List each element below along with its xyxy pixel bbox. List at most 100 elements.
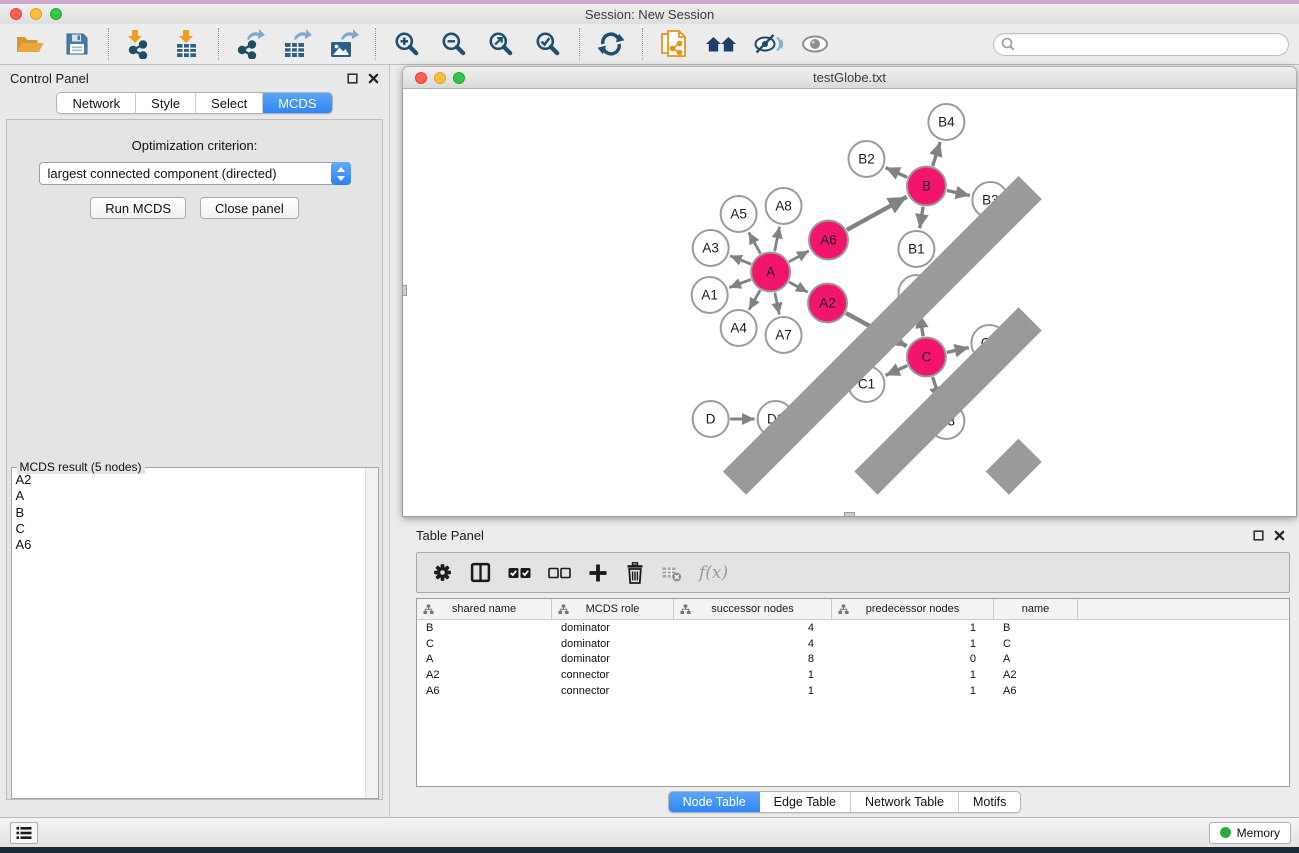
cell[interactable]: 1 — [832, 622, 994, 634]
zoom-out-icon[interactable] — [438, 28, 470, 60]
cell[interactable]: 1 — [674, 669, 832, 681]
network-zoom-button[interactable] — [453, 72, 465, 84]
new-network-from-selection-icon[interactable] — [658, 28, 690, 60]
hide-selected-icon[interactable] — [752, 28, 784, 60]
resize-grip[interactable] — [403, 89, 1296, 516]
save-session-icon[interactable] — [61, 28, 93, 60]
cell[interactable]: C — [417, 638, 552, 650]
float-panel-icon[interactable] — [347, 73, 358, 84]
zoom-fit-icon[interactable] — [485, 28, 517, 60]
delete-column-icon[interactable] — [625, 562, 645, 584]
cell[interactable]: A — [417, 653, 552, 665]
tab-network[interactable]: Network — [57, 93, 136, 113]
cell[interactable]: A6 — [417, 685, 552, 697]
import-network-icon[interactable] — [124, 28, 156, 60]
optimization-criterion-select[interactable]: largest connected component (directed) — [39, 162, 351, 185]
function-builder-icon[interactable]: f(x) — [699, 563, 728, 583]
mcds-result-list[interactable]: A2ABCA6 — [12, 468, 365, 798]
table-panel-header: Table Panel — [390, 522, 1299, 548]
search-input[interactable] — [993, 33, 1289, 56]
cell[interactable]: dominator — [552, 622, 674, 634]
cell[interactable]: 4 — [674, 622, 832, 634]
minimize-window-button[interactable] — [30, 8, 42, 20]
memory-button[interactable]: Memory — [1209, 822, 1291, 844]
cell[interactable]: 1 — [674, 685, 832, 697]
close-panel-icon[interactable] — [368, 73, 379, 84]
unselect-all-columns-icon[interactable] — [548, 567, 571, 579]
cell[interactable]: C — [994, 638, 1078, 650]
cell[interactable]: A — [994, 653, 1078, 665]
select-all-columns-icon[interactable] — [508, 567, 531, 579]
table-panel-tabs: Node TableEdge TableNetwork TableMotifs — [668, 791, 1022, 813]
show-all-icon[interactable] — [799, 28, 831, 60]
result-item[interactable]: B — [16, 505, 365, 521]
table-row[interactable]: Bdominator41B — [417, 620, 1289, 636]
window-titlebar: Session: New Session — [0, 4, 1299, 24]
close-window-button[interactable] — [10, 8, 22, 20]
table-row[interactable]: A6connector11A6 — [417, 683, 1289, 699]
cell[interactable]: B — [417, 622, 552, 634]
tab-motifs[interactable]: Motifs — [959, 792, 1020, 812]
cell[interactable]: A6 — [994, 685, 1078, 697]
cell[interactable]: connector — [552, 669, 674, 681]
export-network-icon[interactable] — [234, 28, 266, 60]
table-row[interactable]: A2connector11A2 — [417, 667, 1289, 683]
close-panel-icon[interactable] — [1274, 530, 1285, 541]
open-session-icon[interactable] — [14, 28, 46, 60]
tab-edge-table[interactable]: Edge Table — [760, 792, 851, 812]
tab-mcds[interactable]: MCDS — [263, 93, 331, 113]
cell[interactable]: 4 — [674, 638, 832, 650]
result-item[interactable]: A — [16, 488, 365, 504]
import-table-icon[interactable] — [171, 28, 203, 60]
float-panel-icon[interactable] — [1253, 530, 1264, 541]
column-header-name[interactable]: name — [994, 599, 1078, 619]
tab-select[interactable]: Select — [196, 93, 263, 113]
tab-network-table[interactable]: Network Table — [851, 792, 959, 812]
column-header-predecessor-nodes[interactable]: predecessor nodes — [832, 599, 994, 619]
tab-style[interactable]: Style — [136, 93, 196, 113]
close-panel-button[interactable]: Close panel — [200, 197, 299, 219]
network-close-button[interactable] — [415, 72, 427, 84]
apply-layout-icon[interactable] — [595, 28, 627, 60]
add-column-icon[interactable] — [588, 563, 608, 583]
window-title: Session: New Session — [585, 7, 714, 22]
column-split-icon[interactable] — [470, 562, 491, 583]
first-neighbors-icon[interactable] — [705, 28, 737, 60]
cell[interactable]: dominator — [552, 638, 674, 650]
cell[interactable]: A2 — [417, 669, 552, 681]
run-mcds-button[interactable]: Run MCDS — [90, 197, 186, 219]
column-settings-icon[interactable] — [432, 562, 453, 583]
main-area: Control Panel NetworkStyleSelectMCDS Opt… — [0, 65, 1299, 817]
cell[interactable]: 8 — [674, 653, 832, 665]
network-minimize-button[interactable] — [434, 72, 446, 84]
cell[interactable]: 0 — [832, 653, 994, 665]
tab-node-table[interactable]: Node Table — [669, 792, 760, 812]
cell[interactable]: A2 — [994, 669, 1078, 681]
cell[interactable]: connector — [552, 685, 674, 697]
zoom-in-icon[interactable] — [391, 28, 423, 60]
cell[interactable]: 1 — [832, 669, 994, 681]
table-row[interactable]: Cdominator41C — [417, 636, 1289, 652]
task-history-button[interactable] — [10, 822, 38, 844]
result-item[interactable]: A2 — [16, 472, 365, 488]
mcds-result-box: MCDS result (5 nodes) A2ABCA6 — [11, 467, 379, 799]
column-header-MCDS-role[interactable]: MCDS role — [552, 599, 674, 619]
export-image-icon[interactable] — [328, 28, 360, 60]
toolbar-separator — [375, 28, 376, 60]
result-item[interactable]: A6 — [16, 537, 365, 553]
cell[interactable]: 1 — [832, 685, 994, 697]
table-row[interactable]: Adominator80A — [417, 651, 1289, 667]
cell[interactable]: dominator — [552, 653, 674, 665]
result-item[interactable]: C — [16, 521, 365, 537]
result-scrollbar[interactable] — [365, 468, 378, 798]
zoom-selected-icon[interactable] — [532, 28, 564, 60]
delete-table-icon[interactable] — [662, 564, 682, 582]
column-header-shared-name[interactable]: shared name — [417, 599, 552, 619]
cell[interactable]: 1 — [832, 638, 994, 650]
export-table-icon[interactable] — [281, 28, 313, 60]
column-header-successor-nodes[interactable]: successor nodes — [674, 599, 832, 619]
network-canvas[interactable]: B4B2BB3A8A5A6B1A3AC2A1A2A4A7C4CC1C3DD1 — [402, 89, 1297, 517]
window-controls — [10, 8, 62, 20]
cell[interactable]: B — [994, 622, 1078, 634]
zoom-window-button[interactable] — [50, 8, 62, 20]
